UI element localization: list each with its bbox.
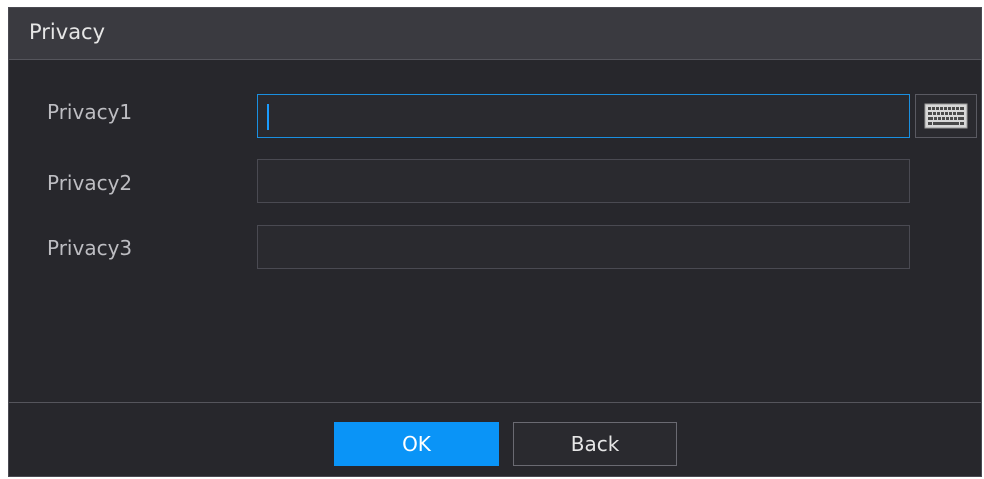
privacy1-label: Privacy1: [47, 100, 133, 124]
keyboard-button[interactable]: [915, 94, 977, 138]
footer-divider: [9, 402, 981, 403]
text-caret: [267, 104, 269, 130]
privacy1-input[interactable]: [257, 94, 910, 138]
privacy-dialog: Privacy Privacy1 Privacy2 Privacy3 OK Ba…: [8, 7, 982, 477]
privacy3-label: Privacy3: [47, 236, 133, 260]
keyboard-icon: [924, 103, 968, 129]
dialog-title: Privacy: [29, 20, 106, 44]
privacy3-input[interactable]: [257, 225, 910, 269]
privacy2-label: Privacy2: [47, 171, 133, 195]
ok-button[interactable]: OK: [334, 422, 499, 466]
title-bar: Privacy: [9, 8, 981, 60]
privacy2-input[interactable]: [257, 159, 910, 203]
back-button[interactable]: Back: [513, 422, 677, 466]
